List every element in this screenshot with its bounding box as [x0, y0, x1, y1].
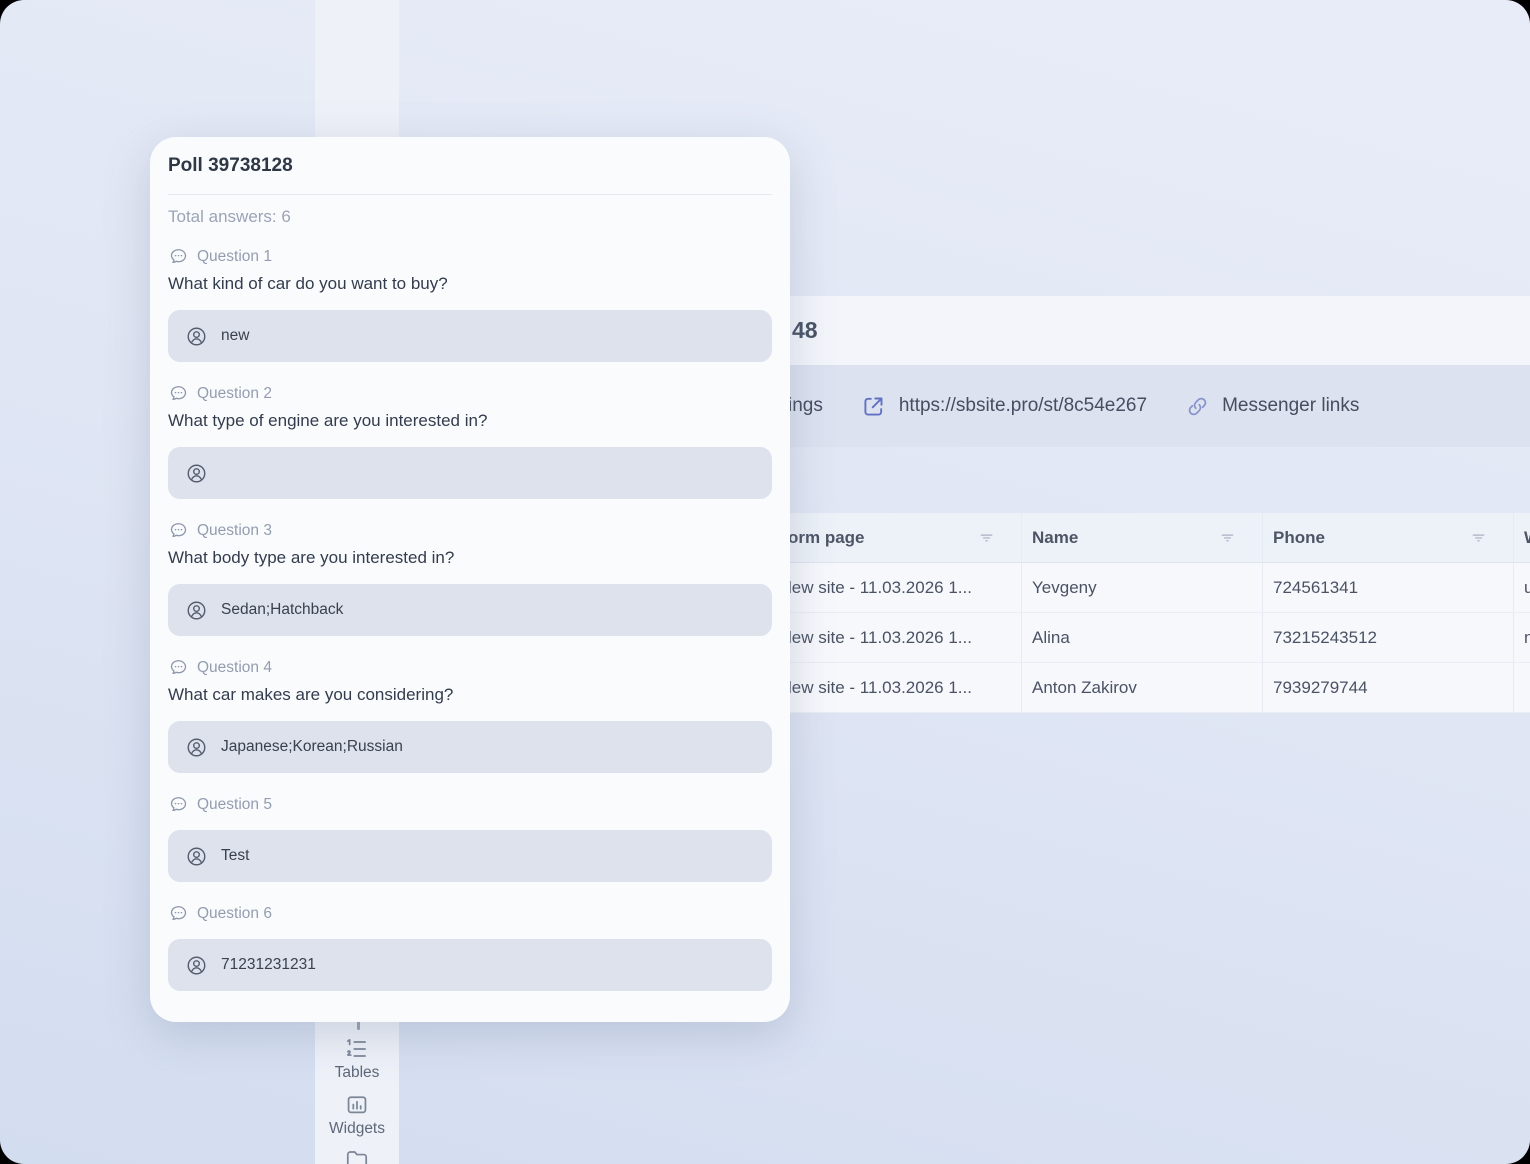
speech-bubble-icon [168, 520, 189, 541]
question-block: Question 6 71231231231 [168, 903, 772, 991]
question-text: What kind of car do you want to buy? [168, 272, 772, 295]
user-circle-icon [185, 462, 208, 485]
widget-icon [344, 1092, 370, 1118]
sidebar-item-label: Tables [335, 1064, 380, 1082]
app-screen: Tables Widgets 48 ings [0, 0, 1530, 1164]
column-header-clipped[interactable]: W [1514, 513, 1530, 562]
question-block: Question 5 Test [168, 794, 772, 882]
poll-results-card: Poll 39738128 Total answers: 6 Question … [150, 137, 790, 1022]
question-label: Question 5 [168, 794, 772, 815]
column-header-name[interactable]: Name [1022, 513, 1263, 562]
user-circle-icon [185, 736, 208, 759]
cell-clipped [1514, 663, 1530, 712]
filter-icon[interactable] [1219, 529, 1236, 546]
poll-title: Poll 39738128 [168, 152, 772, 180]
column-header-phone[interactable]: Phone [1263, 513, 1514, 562]
speech-bubble-icon [168, 657, 189, 678]
messenger-links-link[interactable]: Messenger links [1222, 395, 1359, 417]
user-circle-icon [185, 845, 208, 868]
speech-bubble-icon [168, 903, 189, 924]
filter-icon[interactable] [1470, 529, 1487, 546]
question-label: Question 6 [168, 903, 772, 924]
speech-bubble-icon [168, 794, 189, 815]
question-text: What car makes are you considering? [168, 683, 772, 706]
settings-link[interactable]: ings [788, 395, 823, 417]
divider [168, 194, 772, 195]
ordered-list-icon [344, 1036, 370, 1062]
answer-pill: 71231231231 [168, 939, 772, 991]
question-block: Question 4 What car makes are you consid… [168, 657, 772, 773]
question-label: Question 3 [168, 520, 772, 541]
question-text: What type of engine are you interested i… [168, 409, 772, 432]
sidebar-item-tables[interactable]: Tables [315, 1036, 399, 1082]
page-title: 48 [792, 296, 818, 365]
speech-bubble-icon [168, 383, 189, 404]
cell-name: Alina [1022, 613, 1263, 662]
question-text: What body type are you interested in? [168, 546, 772, 569]
question-label: Question 1 [168, 246, 772, 267]
answer-text: new [221, 327, 249, 345]
cell-name: Yevgeny [1022, 563, 1263, 612]
total-answers: Total answers: 6 [168, 207, 772, 227]
speech-bubble-icon [168, 246, 189, 267]
chain-link-icon[interactable] [1185, 394, 1210, 419]
answer-pill: Test [168, 830, 772, 882]
cell-clipped: u [1514, 563, 1530, 612]
answer-pill: new [168, 310, 772, 362]
user-circle-icon [185, 325, 208, 348]
answer-pill: Japanese;Korean;Russian [168, 721, 772, 773]
answer-text: Japanese;Korean;Russian [221, 738, 403, 756]
filter-icon[interactable] [978, 529, 995, 546]
cell-phone: 73215243512 [1263, 613, 1514, 662]
cell-phone: 7939279744 [1263, 663, 1514, 712]
question-label: Question 2 [168, 383, 772, 404]
sidebar-item-label: Widgets [329, 1120, 385, 1138]
question-block: Question 2 What type of engine are you i… [168, 383, 772, 499]
site-url-link[interactable]: https://sbsite.pro/st/8c54e267 [899, 395, 1147, 417]
external-link-icon[interactable] [860, 393, 887, 420]
question-block: Question 3 What body type are you intere… [168, 520, 772, 636]
answer-text: 71231231231 [221, 956, 316, 974]
cell-phone: 724561341 [1263, 563, 1514, 612]
user-circle-icon [185, 599, 208, 622]
answer-text: Test [221, 847, 249, 865]
question-label: Question 4 [168, 657, 772, 678]
answer-pill [168, 447, 772, 499]
answer-text: Sedan;Hatchback [221, 601, 343, 619]
cell-clipped: n [1514, 613, 1530, 662]
answer-pill: Sedan;Hatchback [168, 584, 772, 636]
folder-icon[interactable] [344, 1146, 370, 1164]
question-block: Question 1 What kind of car do you want … [168, 246, 772, 362]
cell-name: Anton Zakirov [1022, 663, 1263, 712]
sidebar-item-widgets[interactable]: Widgets [315, 1092, 399, 1138]
user-circle-icon [185, 954, 208, 977]
